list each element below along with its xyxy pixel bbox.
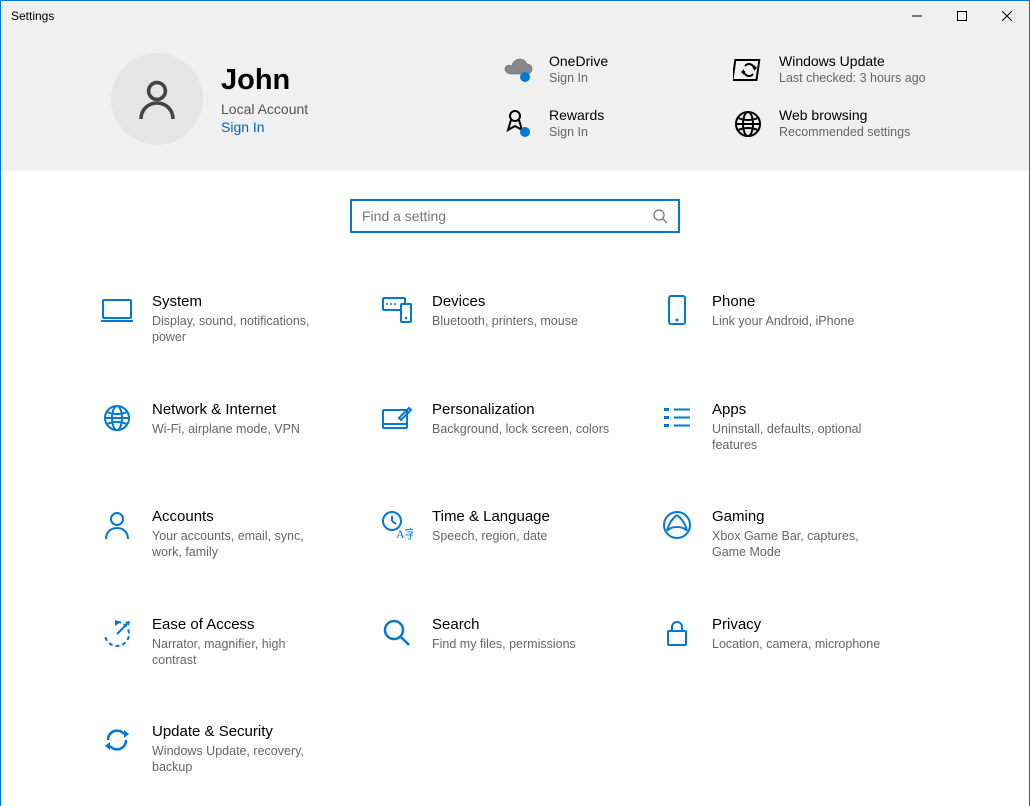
status-web-browsing[interactable]: Web browsing Recommended settings — [731, 107, 951, 141]
category-sub: Narrator, magnifier, high contrast — [152, 636, 332, 669]
profile-sign-in-link[interactable]: Sign In — [221, 119, 308, 135]
accounts-icon — [100, 508, 134, 542]
category-title: Privacy — [712, 616, 880, 633]
status-title: OneDrive — [549, 53, 608, 69]
time-language-icon: A字 — [380, 508, 414, 542]
search-box[interactable] — [350, 199, 680, 233]
category-gaming[interactable]: Gaming Xbox Game Bar, captures, Game Mod… — [660, 508, 930, 561]
status-grid: OneDrive Sign In Windows Update Last che… — [501, 53, 951, 141]
header: John Local Account Sign In OneDrive Sign… — [1, 31, 1029, 171]
close-button[interactable] — [984, 1, 1029, 31]
search-input[interactable] — [362, 208, 652, 224]
category-sub: Xbox Game Bar, captures, Game Mode — [712, 528, 892, 561]
category-title: Accounts — [152, 508, 332, 525]
maximize-button[interactable] — [939, 1, 984, 31]
category-sub: Bluetooth, printers, mouse — [432, 313, 578, 329]
status-sub: Last checked: 3 hours ago — [779, 70, 926, 86]
category-title: Ease of Access — [152, 616, 332, 633]
category-sub: Background, lock screen, colors — [432, 421, 609, 437]
onedrive-icon — [501, 53, 535, 87]
search-category-icon — [380, 616, 414, 650]
network-icon — [100, 401, 134, 435]
category-title: Phone — [712, 293, 854, 310]
category-title: System — [152, 293, 332, 310]
category-title: Personalization — [432, 401, 609, 418]
status-rewards[interactable]: Rewards Sign In — [501, 107, 721, 141]
category-title: Update & Security — [152, 723, 332, 740]
privacy-icon — [660, 616, 694, 650]
status-sub: Sign In — [549, 70, 608, 86]
category-sub: Location, camera, microphone — [712, 636, 880, 652]
category-title: Gaming — [712, 508, 892, 525]
category-sub: Wi-Fi, airplane mode, VPN — [152, 421, 300, 437]
profile-block: John Local Account Sign In — [111, 53, 471, 145]
category-personalization[interactable]: Personalization Background, lock screen,… — [380, 401, 650, 454]
category-title: Apps — [712, 401, 892, 418]
globe-icon — [731, 107, 765, 141]
category-title: Time & Language — [432, 508, 550, 525]
category-sub: Uninstall, defaults, optional features — [712, 421, 892, 454]
category-devices[interactable]: Devices Bluetooth, printers, mouse — [380, 293, 650, 346]
status-sub: Recommended settings — [779, 124, 910, 140]
svg-text:A字: A字 — [396, 526, 413, 540]
category-sub: Display, sound, notifications, power — [152, 313, 332, 346]
system-icon — [100, 293, 134, 327]
status-onedrive[interactable]: OneDrive Sign In — [501, 53, 721, 87]
category-sub: Speech, region, date — [432, 528, 550, 544]
window-title: Settings — [11, 9, 54, 23]
category-sub: Your accounts, email, sync, work, family — [152, 528, 332, 561]
titlebar: Settings — [1, 1, 1029, 31]
status-title: Windows Update — [779, 53, 926, 69]
category-sub: Link your Android, iPhone — [712, 313, 854, 329]
status-sub: Sign In — [549, 124, 604, 140]
person-icon — [133, 75, 181, 123]
category-sub: Windows Update, recovery, backup — [152, 743, 332, 776]
main-area: System Display, sound, notifications, po… — [1, 171, 1029, 806]
phone-icon — [660, 293, 694, 327]
category-update-security[interactable]: Update & Security Windows Update, recove… — [100, 723, 370, 776]
personalization-icon — [380, 401, 414, 435]
search-icon — [652, 208, 668, 224]
categories-grid: System Display, sound, notifications, po… — [100, 293, 930, 806]
status-windows-update[interactable]: Windows Update Last checked: 3 hours ago — [731, 53, 951, 87]
profile-text: John Local Account Sign In — [221, 64, 308, 135]
category-system[interactable]: System Display, sound, notifications, po… — [100, 293, 370, 346]
category-title: Network & Internet — [152, 401, 300, 418]
gaming-icon — [660, 508, 694, 542]
category-ease-of-access[interactable]: Ease of Access Narrator, magnifier, high… — [100, 616, 370, 669]
avatar — [111, 53, 203, 145]
category-title: Search — [432, 616, 576, 633]
category-search[interactable]: Search Find my files, permissions — [380, 616, 650, 669]
profile-name: John — [221, 64, 308, 97]
window-controls — [894, 1, 1029, 31]
devices-icon — [380, 293, 414, 327]
category-accounts[interactable]: Accounts Your accounts, email, sync, wor… — [100, 508, 370, 561]
ease-of-access-icon — [100, 616, 134, 650]
status-title: Web browsing — [779, 107, 910, 123]
category-apps[interactable]: Apps Uninstall, defaults, optional featu… — [660, 401, 930, 454]
category-privacy[interactable]: Privacy Location, camera, microphone — [660, 616, 930, 669]
category-phone[interactable]: Phone Link your Android, iPhone — [660, 293, 930, 346]
minimize-button[interactable] — [894, 1, 939, 31]
category-network[interactable]: Network & Internet Wi-Fi, airplane mode,… — [100, 401, 370, 454]
status-title: Rewards — [549, 107, 604, 123]
category-time-language[interactable]: A字 Time & Language Speech, region, date — [380, 508, 650, 561]
update-security-icon — [100, 723, 134, 757]
apps-icon — [660, 401, 694, 435]
profile-account-type: Local Account — [221, 101, 308, 117]
rewards-icon — [501, 107, 535, 141]
category-title: Devices — [432, 293, 578, 310]
category-sub: Find my files, permissions — [432, 636, 576, 652]
windows-update-icon — [731, 53, 765, 87]
